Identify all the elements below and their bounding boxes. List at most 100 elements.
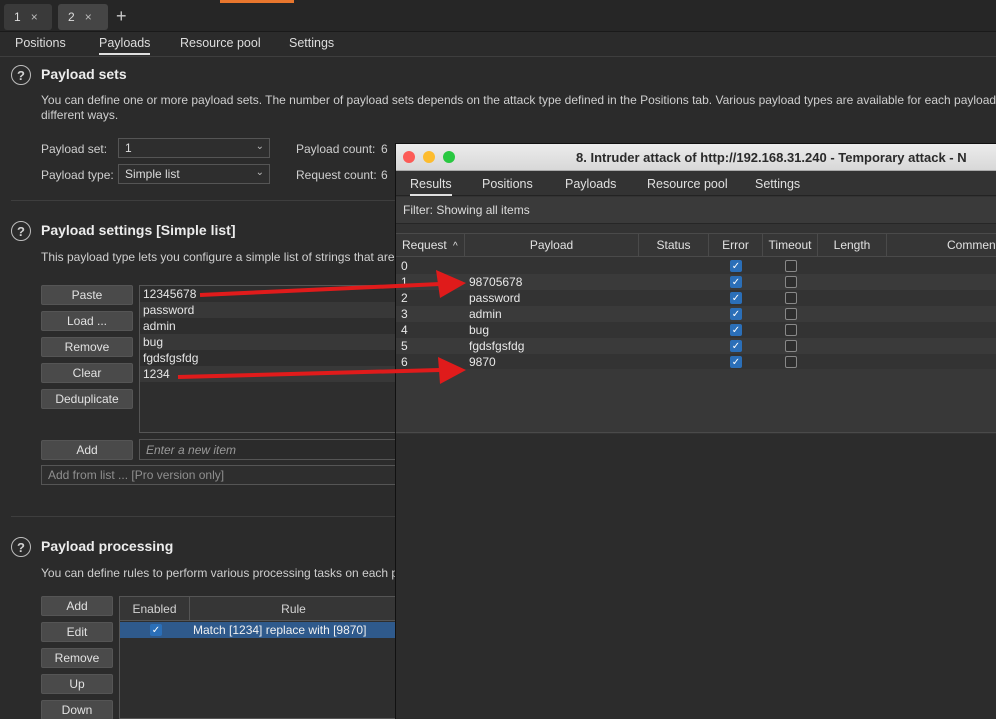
timeout-checkbox[interactable] [785,324,797,336]
column-enabled[interactable]: Enabled [120,597,190,621]
list-item[interactable]: 12345678 [140,286,396,302]
error-checkbox[interactable]: ✓ [730,276,742,288]
timeout-checkbox[interactable] [785,260,797,272]
new-item-input[interactable]: Enter a new item [139,439,397,460]
intruder-attack-window: 8. Intruder attack of http://192.168.31.… [395,143,996,719]
maximize-window-icon[interactable] [443,151,455,163]
window-titlebar[interactable]: 8. Intruder attack of http://192.168.31.… [396,144,996,171]
tab-positions[interactable]: Positions [15,33,66,55]
help-icon[interactable]: ? [11,221,31,241]
cell-request: 0 [401,259,408,273]
timeout-checkbox[interactable] [785,340,797,352]
table-row[interactable]: 3 admin ✓ [396,306,996,322]
column-request-label: Request [402,238,447,252]
burp-intruder-screen: 1 × 2 × + Positions Payloads Resource po… [0,0,996,719]
column-timeout[interactable]: Timeout [763,234,818,256]
edit-rule-button[interactable]: Edit [41,622,113,642]
error-checkbox[interactable]: ✓ [730,260,742,272]
table-row[interactable]: 1 98705678 ✓ [396,274,996,290]
cell-request: 6 [401,355,408,369]
cell-payload: 9870 [469,355,496,369]
payload-sets-description: You can define one or more payload sets.… [41,93,996,107]
timeout-checkbox[interactable] [785,356,797,368]
error-checkbox[interactable]: ✓ [730,292,742,304]
rule-text: Match [1234] replace with [9870] [193,623,367,637]
timeout-checkbox[interactable] [785,276,797,288]
add-item-button[interactable]: Add [41,440,133,460]
list-item[interactable]: fgdsfgsfdg [140,350,396,366]
tab-settings[interactable]: Settings [289,33,334,55]
close-icon[interactable]: × [31,10,38,24]
help-icon[interactable]: ? [11,537,31,557]
timeout-checkbox[interactable] [785,292,797,304]
error-checkbox[interactable]: ✓ [730,324,742,336]
timeout-checkbox[interactable] [785,308,797,320]
cell-payload: fgdsfgsfdg [469,339,525,353]
error-checkbox[interactable]: ✓ [730,308,742,320]
cell-request: 5 [401,339,408,353]
cell-request: 1 [401,275,408,289]
request-count-value: 6 [381,168,388,182]
tab-resource-pool[interactable]: Resource pool [647,174,728,196]
add-tab-icon[interactable]: + [116,6,127,27]
list-item[interactable]: admin [140,318,396,334]
table-row[interactable]: ✓ Match [1234] replace with [9870] [120,622,397,638]
table-row[interactable]: 6 9870 ✓ [396,354,996,370]
tab-positions[interactable]: Positions [482,174,533,196]
error-checkbox[interactable]: ✓ [730,340,742,352]
attack-tab-2[interactable]: 2 × [58,4,108,30]
list-item[interactable]: password [140,302,396,318]
payload-type-value: Simple list [125,167,180,181]
column-error[interactable]: Error [709,234,763,256]
list-item[interactable]: 1234 [140,366,396,382]
cell-request: 4 [401,323,408,337]
tab-label: 2 [68,10,75,24]
tab-payloads[interactable]: Payloads [99,33,151,55]
attack-tab-1[interactable]: 1 × [4,4,52,30]
load-button[interactable]: Load ... [41,311,133,331]
payload-sets-description-cont: different ways. [41,108,119,122]
column-payload[interactable]: Payload [465,234,639,256]
tab-payloads[interactable]: Payloads [565,174,616,196]
close-icon[interactable]: × [85,10,92,24]
column-request[interactable]: Request ^ [396,234,465,256]
payload-type-label: Payload type: [41,168,114,182]
down-rule-button[interactable]: Down [41,700,113,719]
list-item[interactable]: bug [140,334,396,350]
help-icon[interactable]: ? [11,65,31,85]
column-rule[interactable]: Rule [190,597,397,621]
tab-settings[interactable]: Settings [755,174,800,196]
payload-settings-description: This payload type lets you configure a s… [41,250,395,264]
tab-results[interactable]: Results [410,174,452,196]
paste-button[interactable]: Paste [41,285,133,305]
remove-rule-button[interactable]: Remove [41,648,113,668]
clear-button[interactable]: Clear [41,363,133,383]
sort-ascending-icon: ^ [453,241,458,252]
up-rule-button[interactable]: Up [41,674,113,694]
table-row[interactable]: 5 fgdsfgsfdg ✓ [396,338,996,354]
column-comment[interactable]: Commen [887,234,996,256]
table-row[interactable]: 4 bug ✓ [396,322,996,338]
table-row[interactable]: 0 ✓ [396,258,996,274]
results-table-body: 0 ✓ 1 98705678 ✓ 2 password ✓ 3 admin ✓ 4 bug ✓ 5 fgdsf… [396,258,996,370]
payload-set-select[interactable]: 1 ⌄ [118,138,270,158]
add-from-list-select[interactable]: Add from list ... [Pro version only] [41,465,397,485]
payload-set-label: Payload set: [41,142,108,156]
minimize-window-icon[interactable] [423,151,435,163]
add-rule-button[interactable]: Add [41,596,113,616]
cell-payload: 98705678 [469,275,523,289]
remove-button[interactable]: Remove [41,337,133,357]
filter-bar[interactable]: Filter: Showing all items [396,197,996,224]
payload-list[interactable]: 12345678 password admin bug fgdsfgsfdg 1… [139,285,397,433]
column-status[interactable]: Status [639,234,709,256]
close-window-icon[interactable] [403,151,415,163]
error-checkbox[interactable]: ✓ [730,356,742,368]
section-title-payload-processing: Payload processing [41,538,174,554]
table-row[interactable]: 2 password ✓ [396,290,996,306]
column-length[interactable]: Length [818,234,887,256]
deduplicate-button[interactable]: Deduplicate [41,389,133,409]
tab-resource-pool[interactable]: Resource pool [180,33,261,55]
payload-type-select[interactable]: Simple list ⌄ [118,164,270,184]
rule-enabled-checkbox[interactable]: ✓ [150,624,162,636]
rules-table: Enabled Rule ✓ Match [1234] replace with… [119,596,397,719]
